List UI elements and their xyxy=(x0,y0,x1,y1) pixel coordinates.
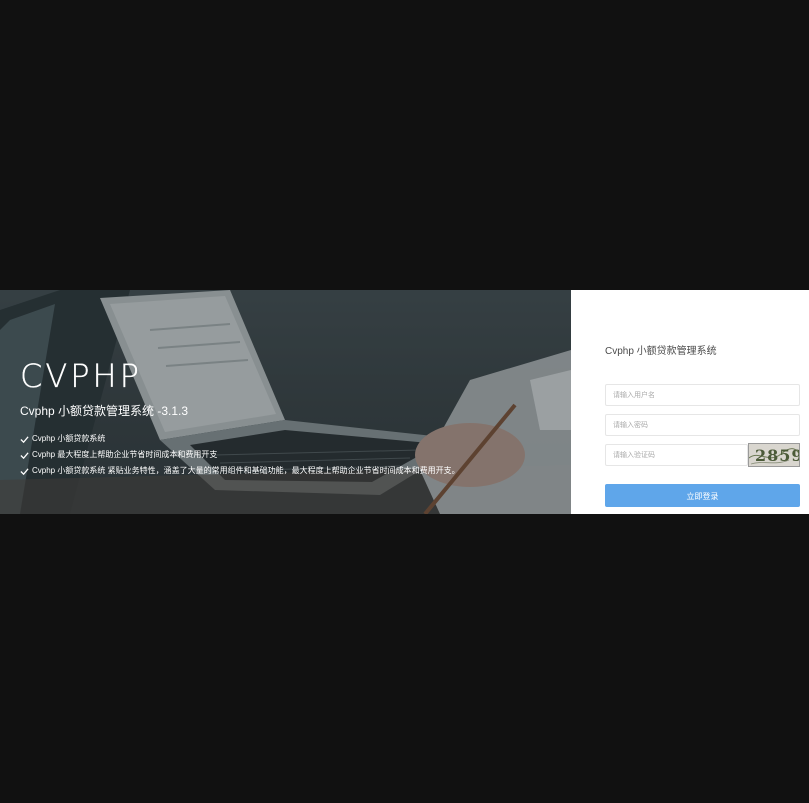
feature-list: Cvphp 小额贷款系统 Cvphp 最大程度上帮助企业节省时间成本和费用开支 … xyxy=(20,434,460,476)
hero-content: CVPHP Cvphp 小额贷款管理系统 -3.1.3 Cvphp 小额贷款系统… xyxy=(20,360,460,492)
password-input[interactable] xyxy=(605,414,800,436)
feature-item: Cvphp 小额贷款系统 紧贴业务特性，涵盖了大量的常用组件和基础功能，最大程度… xyxy=(20,466,460,476)
hero-section: CVPHP Cvphp 小额贷款管理系统 -3.1.3 Cvphp 小额贷款系统… xyxy=(0,290,571,514)
captcha-input[interactable] xyxy=(605,444,748,466)
check-icon xyxy=(20,451,29,459)
hero-title: Cvphp 小额贷款管理系统 -3.1.3 xyxy=(20,404,189,418)
login-panel: Cvphp 小额贷款管理系统 2859 立即登录 xyxy=(571,290,809,514)
check-icon xyxy=(20,435,29,443)
brand-logo: CVPHP xyxy=(20,357,142,395)
feature-text: Cvphp 最大程度上帮助企业节省时间成本和费用开支 xyxy=(32,450,218,459)
captcha-image[interactable]: 2859 xyxy=(748,443,800,467)
login-banner: CVPHP Cvphp 小额贷款管理系统 -3.1.3 Cvphp 小额贷款系统… xyxy=(0,290,809,514)
feature-text: Cvphp 小额贷款系统 紧贴业务特性，涵盖了大量的常用组件和基础功能，最大程度… xyxy=(32,466,460,475)
page: CVPHP Cvphp 小额贷款管理系统 -3.1.3 Cvphp 小额贷款系统… xyxy=(0,0,809,803)
feature-text: Cvphp 小额贷款系统 xyxy=(32,434,106,443)
login-title: Cvphp 小额贷款管理系统 xyxy=(605,346,717,357)
username-input[interactable] xyxy=(605,384,800,406)
feature-item: Cvphp 小额贷款系统 xyxy=(20,434,460,444)
captcha-text: 2859 xyxy=(755,446,800,465)
login-button[interactable]: 立即登录 xyxy=(605,484,800,507)
feature-item: Cvphp 最大程度上帮助企业节省时间成本和费用开支 xyxy=(20,450,460,460)
check-icon xyxy=(20,467,29,475)
